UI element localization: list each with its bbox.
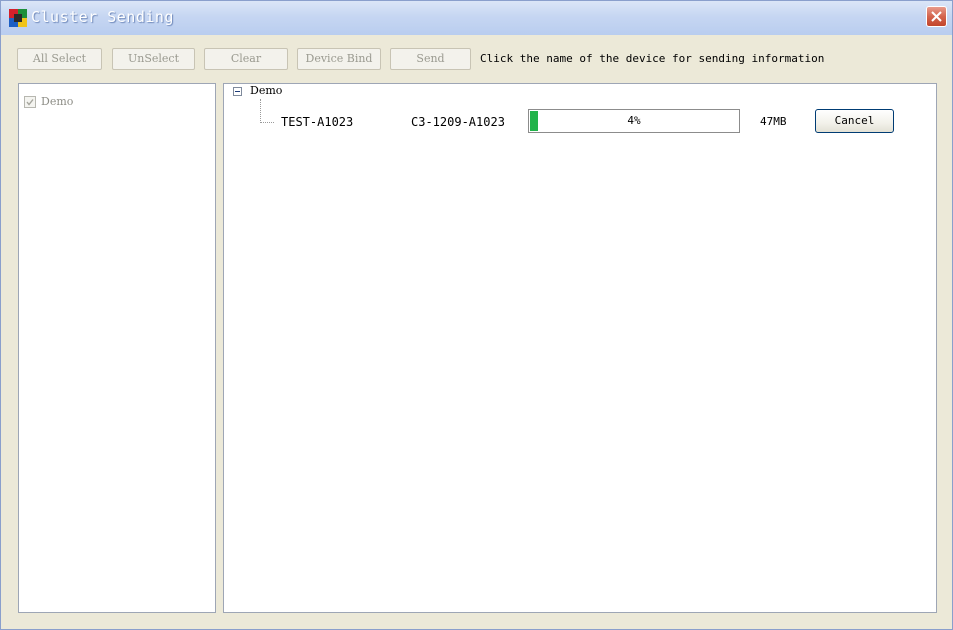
tree-connector-horizontal [261,122,274,123]
cluster-sending-window: Cluster Sending All Select UnSelect Clea… [0,0,953,630]
collapse-minus-icon[interactable] [233,87,242,96]
title-bar[interactable]: Cluster Sending [1,1,952,35]
device-bind-button[interactable]: Device Bind [297,48,381,70]
send-button[interactable]: Send [390,48,471,70]
close-button[interactable] [926,6,947,27]
hint-text: Click the name of the device for sending… [480,52,825,65]
tree-connector-vertical [260,99,261,123]
unselect-button[interactable]: UnSelect [112,48,195,70]
window-title: Cluster Sending [31,8,174,26]
app-color-grid-icon [9,9,27,27]
send-progress-bar: 4% [528,109,740,133]
sending-tree-panel: Demo TEST-A1023 C3-1209-A1023 4% 47MB Ca… [223,83,937,613]
all-select-button[interactable]: All Select [17,48,102,70]
group-list-panel: Demo [18,83,216,613]
group-label: Demo [41,95,74,108]
device-id: C3-1209-A1023 [411,115,505,129]
toolbar: All Select UnSelect Clear Device Bind Se… [1,35,952,81]
device-name[interactable]: TEST-A1023 [281,115,353,129]
group-checkbox[interactable] [24,96,36,108]
close-icon [931,11,942,22]
cancel-button[interactable]: Cancel [815,109,894,133]
file-size: 47MB [760,115,787,128]
clear-button[interactable]: Clear [204,48,288,70]
tree-root-label[interactable]: Demo [250,84,282,97]
progress-label: 4% [627,114,641,127]
check-icon [26,99,34,106]
